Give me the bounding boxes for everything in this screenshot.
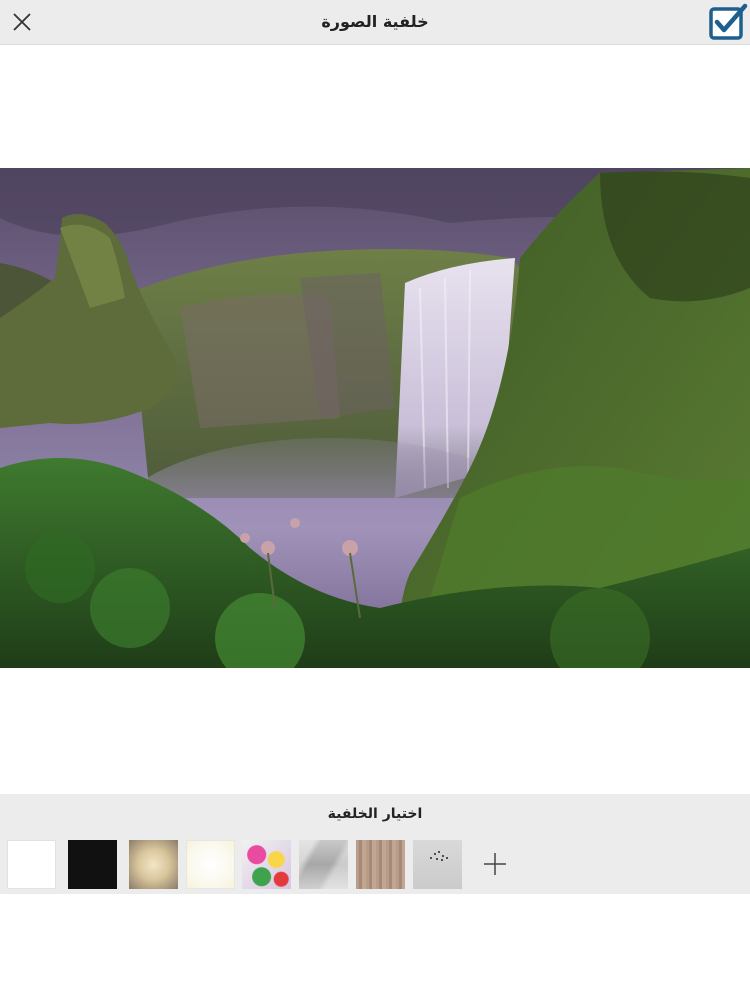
background-picker: اختيار الخلفية	[0, 794, 750, 894]
swatch-white[interactable]	[7, 840, 56, 889]
swatch-cream[interactable]	[186, 840, 235, 889]
snow-dots-icon	[430, 851, 448, 861]
swatch-vignette[interactable]	[129, 840, 178, 889]
plus-icon	[484, 853, 506, 875]
waterfall-landscape-photo	[0, 168, 750, 668]
swatch-floral[interactable]	[242, 840, 291, 889]
checkbox-check-icon	[709, 3, 748, 40]
background-picker-label: اختيار الخلفية	[327, 806, 423, 822]
swatch-marble[interactable]	[299, 840, 348, 889]
swatch-row	[7, 840, 747, 890]
swatch-snow[interactable]	[413, 840, 462, 889]
confirm-button[interactable]	[708, 3, 748, 41]
swatch-wood[interactable]	[356, 840, 405, 889]
page-title: خلفية الصورة	[321, 12, 429, 31]
photo-preview	[0, 168, 750, 668]
add-background-button[interactable]	[477, 846, 513, 882]
top-bar: خلفية الصورة	[0, 0, 750, 45]
swatch-black[interactable]	[68, 840, 117, 889]
